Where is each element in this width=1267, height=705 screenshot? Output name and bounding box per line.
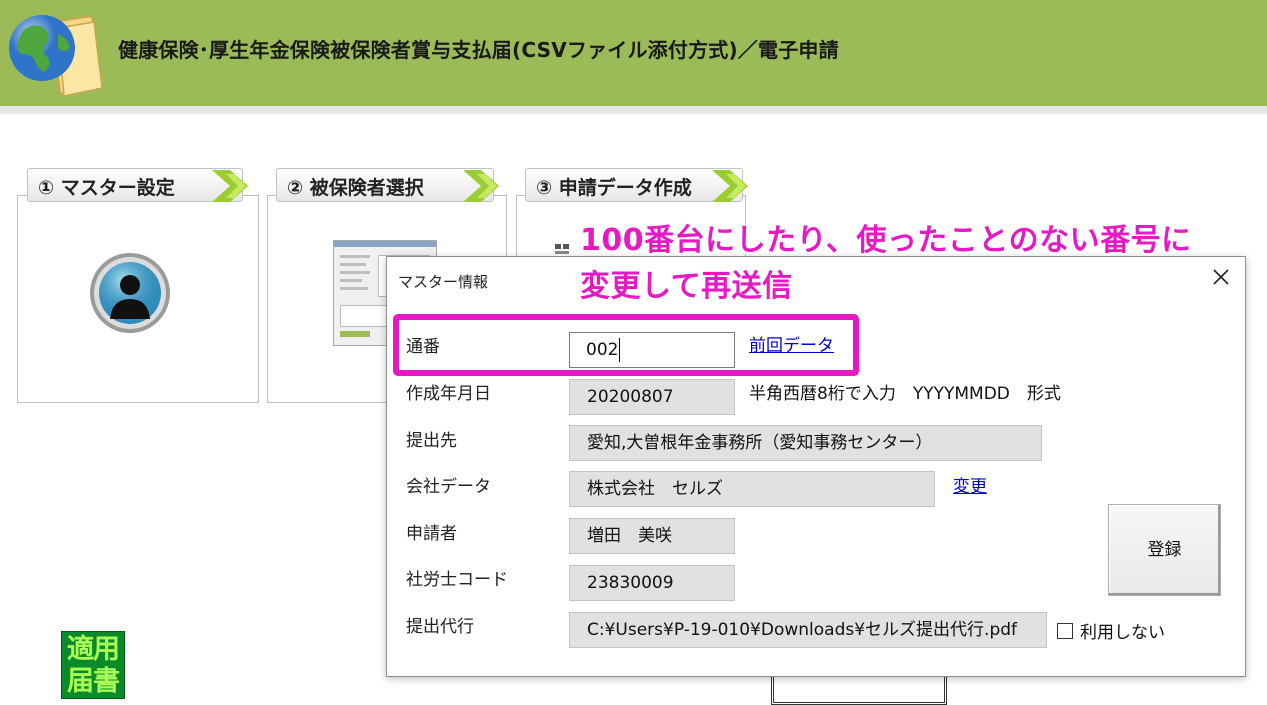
logo-line1: 適用 <box>67 634 120 665</box>
step-label: ③ 申請データ作成 <box>536 177 692 199</box>
applicant-field[interactable]: 増田 美咲 <box>569 518 735 554</box>
dialog-title: マスター情報 <box>398 273 489 291</box>
globe-folder-icon <box>9 14 103 97</box>
agent-label: 提出代行 <box>406 617 474 637</box>
person-avatar-icon <box>90 253 170 333</box>
sr-code-field[interactable]: 23830009 <box>569 565 735 601</box>
step-label: ① マスター設定 <box>38 177 175 199</box>
step-label: ② 被保険者選択 <box>287 177 424 199</box>
page-title: 健康保険･厚生年金保険被保険者賞与支払届(CSVファイル添付方式)／電子申請 <box>118 38 839 62</box>
created-date-label: 作成年月日 <box>406 384 491 404</box>
close-icon[interactable] <box>1209 265 1233 289</box>
logo-line2: 届書 <box>67 666 120 697</box>
register-button[interactable]: 登録 <box>1108 504 1221 596</box>
submit-to-label: 提出先 <box>406 431 457 451</box>
step-tab-create[interactable]: ③ 申請データ作成 <box>525 168 748 202</box>
submit-to-field[interactable]: 愛知,大曽根年金事務所（愛知事務センター） <box>569 425 1042 461</box>
not-use-label: 利用しない <box>1080 623 1165 643</box>
chevron-right-icon <box>463 170 499 202</box>
applicant-label: 申請者 <box>406 524 457 544</box>
header-divider <box>0 106 1267 114</box>
step1-panel[interactable] <box>17 195 259 403</box>
step-tab-insured[interactable]: ② 被保険者選択 <box>276 168 499 202</box>
date-format-hint: 半角西暦8桁で入力 YYYYMMDD 形式 <box>749 384 1061 404</box>
change-company-link[interactable]: 変更 <box>953 472 987 497</box>
chevron-right-icon <box>212 170 248 202</box>
annotation-line2: 変更して再送信 <box>580 269 793 304</box>
not-use-checkbox[interactable] <box>1057 623 1073 639</box>
annotation-highlight-box <box>393 314 859 376</box>
sr-code-label: 社労士コード <box>406 570 508 590</box>
company-label: 会社データ <box>406 477 491 497</box>
application-form-logo[interactable]: 適用 届書 <box>61 631 125 699</box>
step-tab-master[interactable]: ① マスター設定 <box>27 168 248 202</box>
annotation-line1: 100番台にしたり、使ったことのない番号に <box>580 223 1192 258</box>
app-header: 健康保険･厚生年金保険被保険者賞与支払届(CSVファイル添付方式)／電子申請 <box>0 0 1267 106</box>
created-date-field[interactable]: 20200807 <box>569 379 735 415</box>
chevron-right-icon <box>712 170 748 202</box>
company-field[interactable]: 株式会社 セルズ <box>569 471 935 507</box>
agent-file-field[interactable]: C:¥Users¥P-19-010¥Downloads¥セルズ提出代行.pdf <box>569 612 1047 648</box>
